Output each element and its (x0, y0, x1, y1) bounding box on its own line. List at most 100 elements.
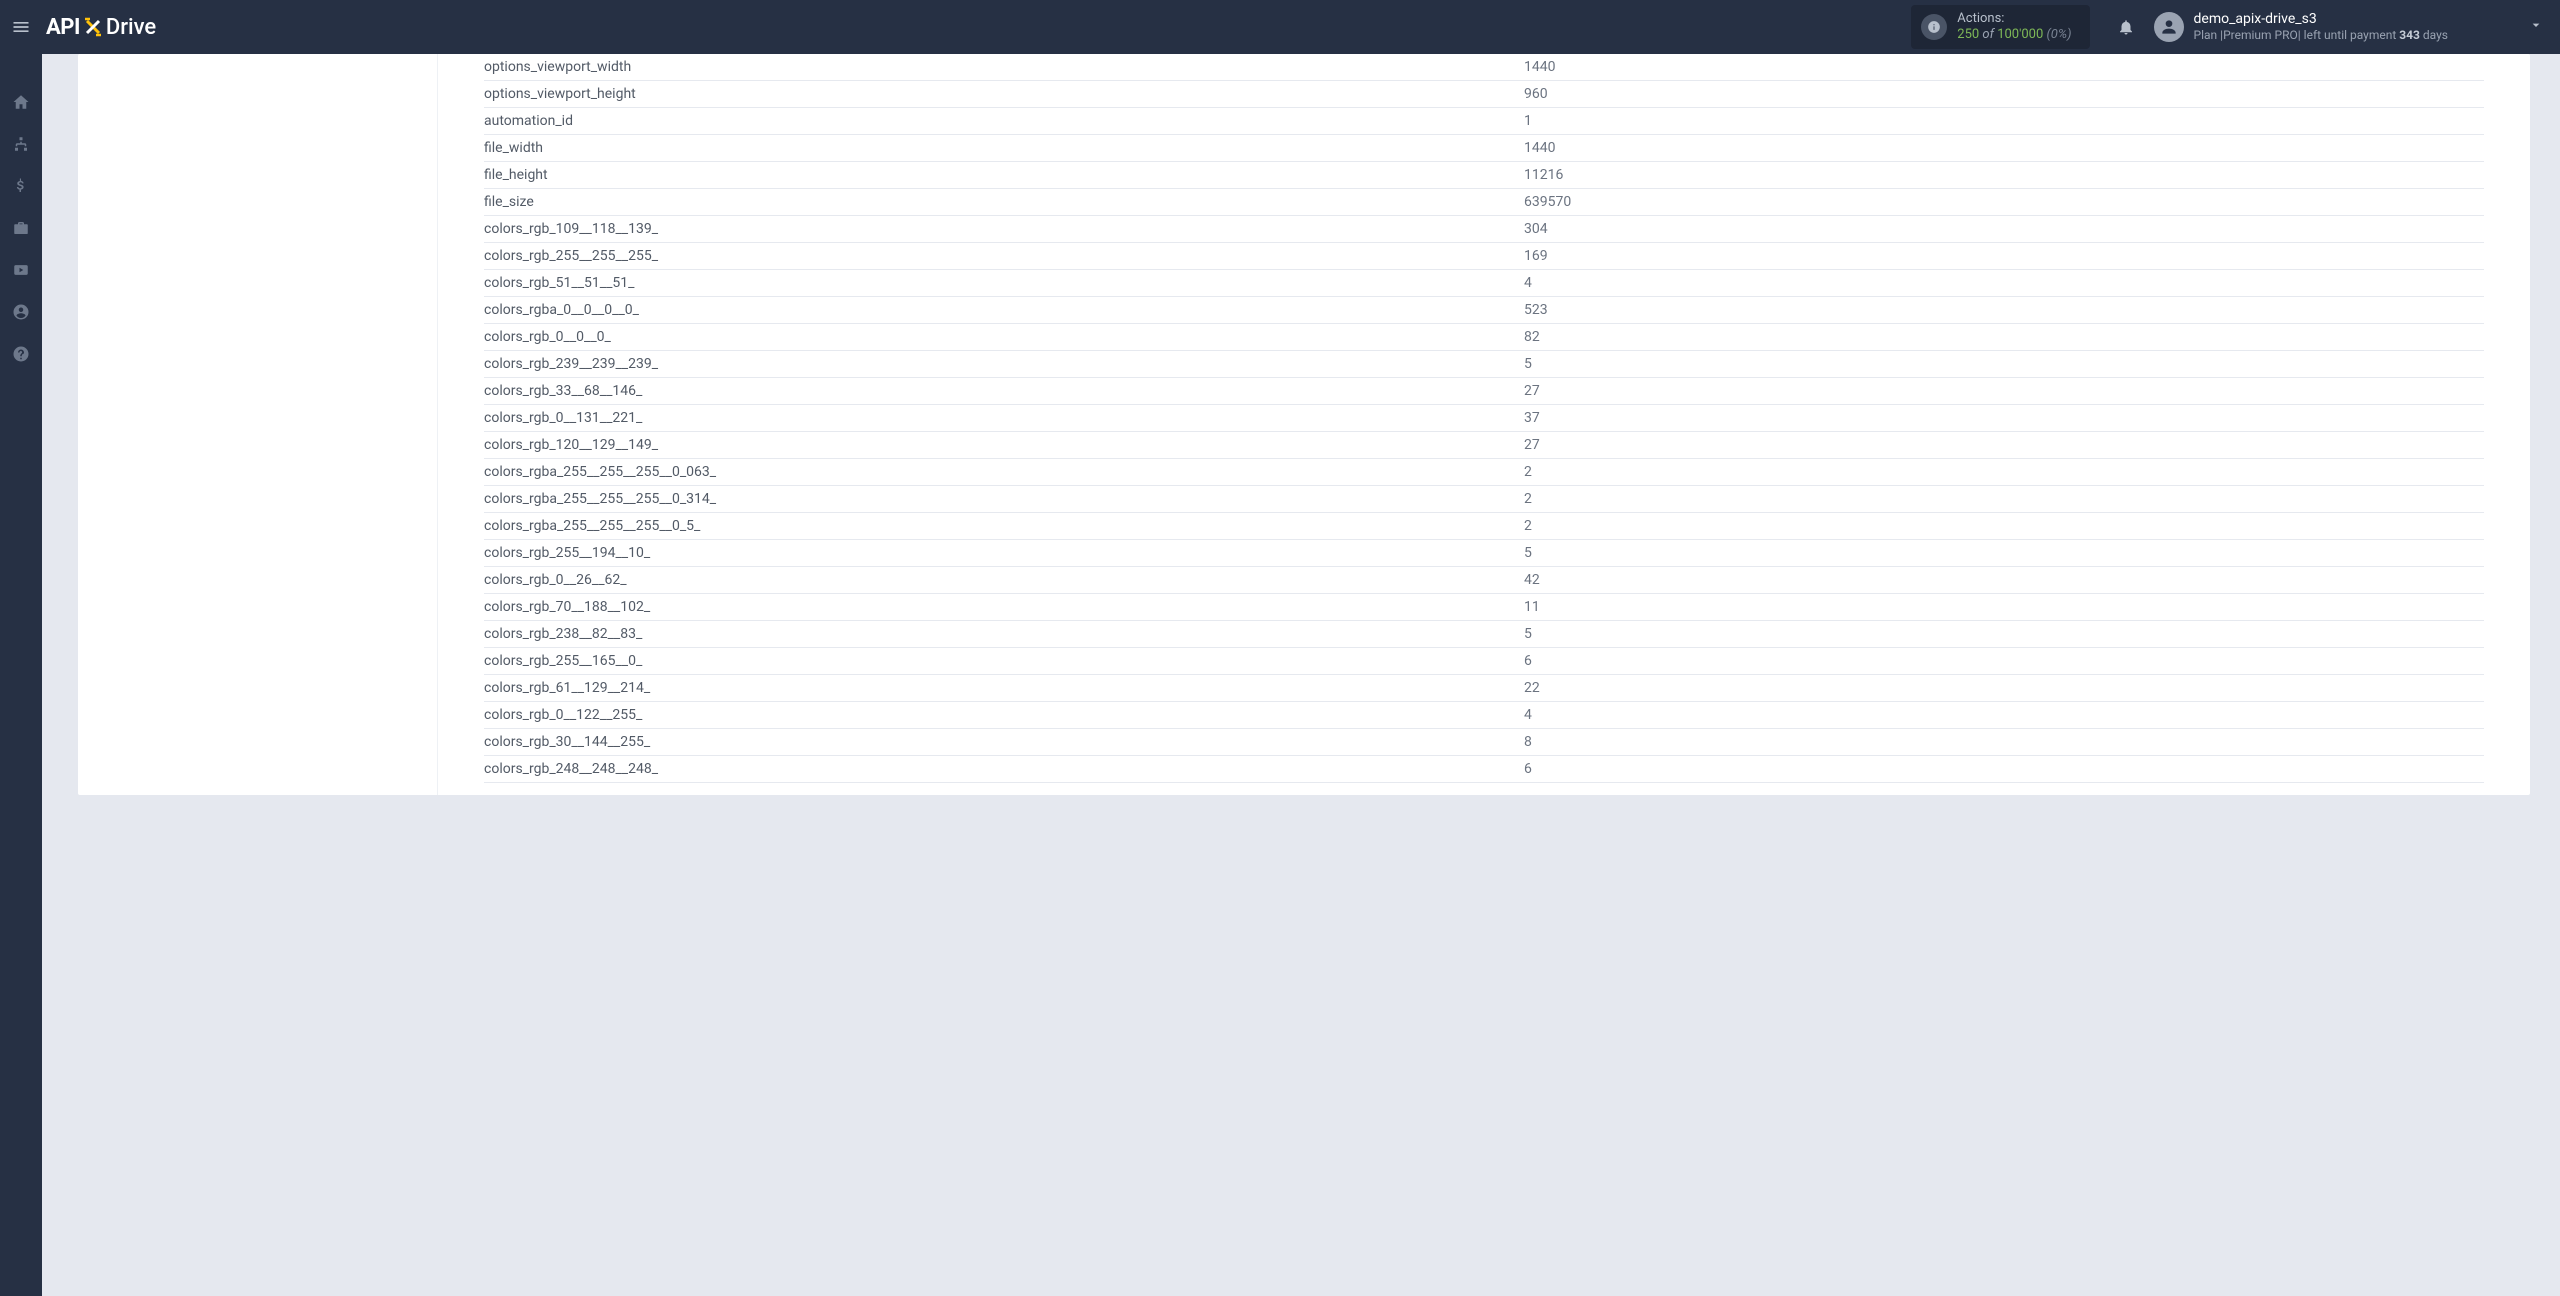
cell-value: 2 (1524, 459, 2484, 486)
actions-text: Actions: 250 of 100'000 (0%) (1957, 11, 2071, 42)
cell-key: colors_rgb_30__144__255_ (484, 729, 1524, 756)
cell-value: 639570 (1524, 189, 2484, 216)
hamburger-icon (11, 17, 31, 37)
table-row: colors_rgba_0__0__0__0_523 (484, 297, 2484, 324)
table-row: colors_rgb_70__188__102_11 (484, 594, 2484, 621)
logo-text-drive: Drive (106, 15, 156, 40)
user-menu[interactable]: demo_apix-drive_s3 Plan |Premium PRO| le… (2154, 11, 2544, 42)
side-nav (0, 54, 42, 1296)
table-row: colors_rgb_248__248__248_6 (484, 756, 2484, 783)
cell-value: 2 (1524, 513, 2484, 540)
cell-key: file_width (484, 135, 1524, 162)
cell-key: colors_rgb_0__122__255_ (484, 702, 1524, 729)
cell-key: colors_rgb_51__51__51_ (484, 270, 1524, 297)
cell-key: options_viewport_height (484, 81, 1524, 108)
nav-billing[interactable] (0, 166, 42, 206)
cell-key: colors_rgb_61__129__214_ (484, 675, 1524, 702)
content-card: options_viewport_width1440options_viewpo… (78, 54, 2530, 795)
table-row: file_height11216 (484, 162, 2484, 189)
logo-x-icon (81, 15, 105, 39)
table-row: colors_rgba_255__255__255__0_314_2 (484, 486, 2484, 513)
table-row: colors_rgb_239__239__239_5 (484, 351, 2484, 378)
actions-count: 250 of 100'000 (0%) (1957, 27, 2071, 43)
cell-value: 22 (1524, 675, 2484, 702)
cell-key: colors_rgb_33__68__146_ (484, 378, 1524, 405)
nav-home[interactable] (0, 82, 42, 122)
table-row: colors_rgb_0__0__0_82 (484, 324, 2484, 351)
cell-key: colors_rgb_238__82__83_ (484, 621, 1524, 648)
cell-value: 169 (1524, 243, 2484, 270)
nav-video[interactable] (0, 250, 42, 290)
cell-key: colors_rgb_0__26__62_ (484, 567, 1524, 594)
table-row: options_viewport_width1440 (484, 54, 2484, 81)
user-name: demo_apix-drive_s3 (2194, 11, 2448, 28)
nav-briefcase[interactable] (0, 208, 42, 248)
cell-key: colors_rgba_255__255__255__0_5_ (484, 513, 1524, 540)
cell-key: file_height (484, 162, 1524, 189)
nav-connections[interactable] (0, 124, 42, 164)
cell-key: options_viewport_width (484, 54, 1524, 81)
cell-value: 4 (1524, 702, 2484, 729)
cell-value: 5 (1524, 621, 2484, 648)
nav-help[interactable] (0, 334, 42, 374)
data-panel: options_viewport_width1440options_viewpo… (438, 54, 2530, 795)
cell-key: colors_rgb_120__129__149_ (484, 432, 1524, 459)
table-row: colors_rgb_255__255__255_169 (484, 243, 2484, 270)
table-row: colors_rgb_61__129__214_22 (484, 675, 2484, 702)
question-icon (12, 345, 30, 363)
info-icon (1921, 14, 1947, 40)
cell-value: 6 (1524, 756, 2484, 783)
cell-key: automation_id (484, 108, 1524, 135)
avatar (2154, 12, 2184, 42)
notifications-button[interactable] (2108, 9, 2144, 45)
cell-key: colors_rgb_109__118__139_ (484, 216, 1524, 243)
cell-value: 2 (1524, 486, 2484, 513)
table-row: colors_rgb_109__118__139_304 (484, 216, 2484, 243)
logo-text-api: API (46, 15, 80, 40)
cell-value: 27 (1524, 378, 2484, 405)
cell-key: colors_rgba_255__255__255__0_063_ (484, 459, 1524, 486)
table-row: file_width1440 (484, 135, 2484, 162)
cell-value: 5 (1524, 351, 2484, 378)
cell-key: colors_rgba_255__255__255__0_314_ (484, 486, 1524, 513)
table-row: colors_rgb_120__129__149_27 (484, 432, 2484, 459)
cell-key: file_size (484, 189, 1524, 216)
logo[interactable]: API Drive (46, 15, 156, 40)
briefcase-icon (12, 219, 30, 237)
cell-value: 304 (1524, 216, 2484, 243)
cell-key: colors_rgb_255__194__10_ (484, 540, 1524, 567)
menu-toggle-button[interactable] (0, 0, 42, 54)
cell-key: colors_rgba_0__0__0__0_ (484, 297, 1524, 324)
cell-key: colors_rgb_0__131__221_ (484, 405, 1524, 432)
table-row: colors_rgb_33__68__146_27 (484, 378, 2484, 405)
table-row: colors_rgb_255__194__10_5 (484, 540, 2484, 567)
cell-key: colors_rgb_239__239__239_ (484, 351, 1524, 378)
table-row: file_size639570 (484, 189, 2484, 216)
bell-icon (2117, 18, 2135, 36)
table-row: colors_rgb_30__144__255_8 (484, 729, 2484, 756)
table-row: colors_rgba_255__255__255__0_063_2 (484, 459, 2484, 486)
table-row: automation_id1 (484, 108, 2484, 135)
cell-value: 8 (1524, 729, 2484, 756)
cell-value: 37 (1524, 405, 2484, 432)
cell-value: 523 (1524, 297, 2484, 324)
table-row: colors_rgb_0__26__62_42 (484, 567, 2484, 594)
sitemap-icon (12, 135, 30, 153)
cell-value: 1440 (1524, 54, 2484, 81)
cell-value: 4 (1524, 270, 2484, 297)
actions-counter[interactable]: Actions: 250 of 100'000 (0%) (1911, 5, 2089, 48)
nav-account[interactable] (0, 292, 42, 332)
table-row: colors_rgb_238__82__83_5 (484, 621, 2484, 648)
user-icon (2159, 17, 2179, 37)
dollar-icon (12, 177, 30, 195)
cell-value: 82 (1524, 324, 2484, 351)
table-row: colors_rgb_0__122__255_4 (484, 702, 2484, 729)
user-info: demo_apix-drive_s3 Plan |Premium PRO| le… (2194, 11, 2448, 42)
top-bar: API Drive Actions: 250 of 100'000 (0%) d… (0, 0, 2560, 54)
table-row: colors_rgb_255__165__0_6 (484, 648, 2484, 675)
data-table: options_viewport_width1440options_viewpo… (484, 54, 2484, 783)
chevron-down-icon (2528, 17, 2544, 37)
cell-key: colors_rgb_248__248__248_ (484, 756, 1524, 783)
cell-key: colors_rgb_255__165__0_ (484, 648, 1524, 675)
cell-key: colors_rgb_70__188__102_ (484, 594, 1524, 621)
